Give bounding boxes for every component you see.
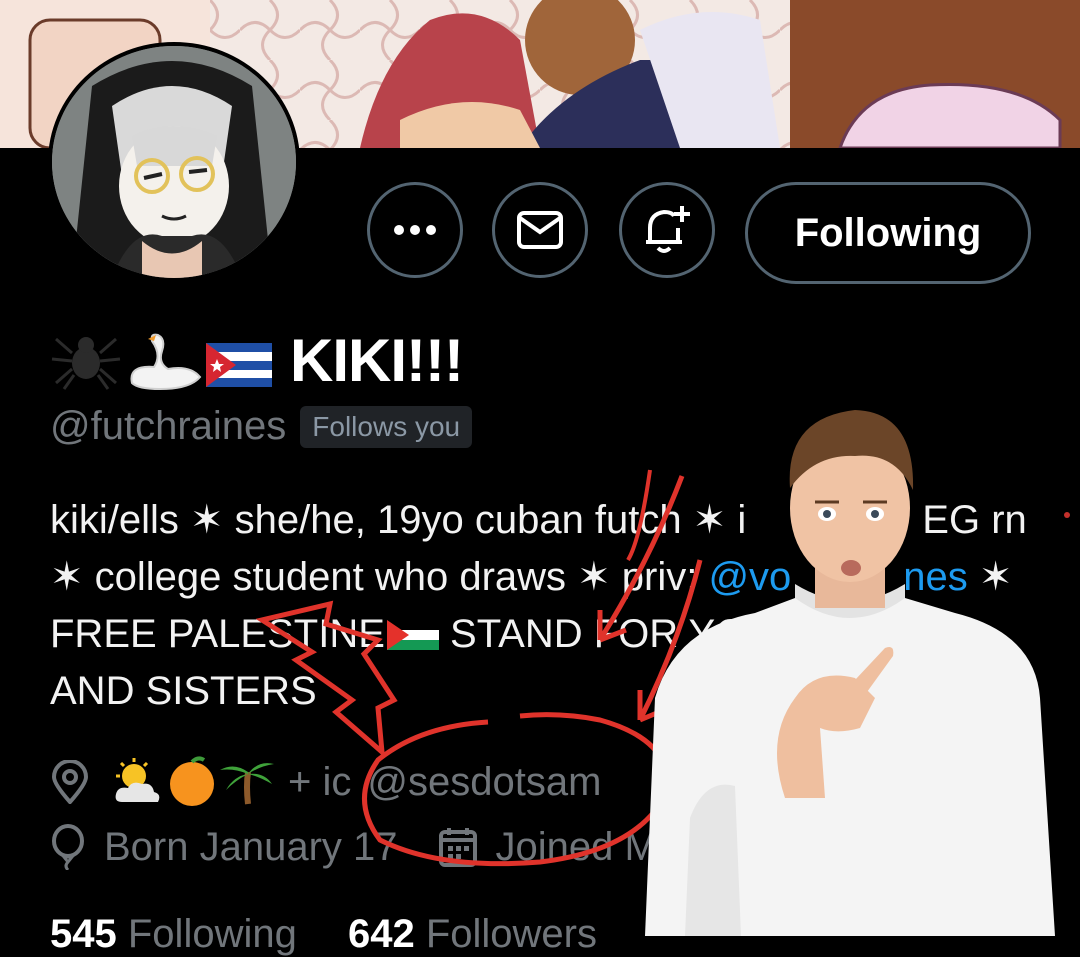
- display-name: KIKI!!!: [290, 326, 464, 394]
- palestine-flag-emoji: [386, 619, 439, 650]
- handle-row: @futchraines Follows you: [50, 404, 473, 449]
- more-options-button[interactable]: [367, 182, 463, 278]
- followers-count-label[interactable]: Followers: [426, 912, 597, 956]
- sun-cloud-emoji: [115, 758, 160, 802]
- location-mention-link[interactable]: @sesdotsam: [367, 760, 601, 805]
- following-count-label[interactable]: Following: [128, 912, 297, 956]
- profile-handle: @futchraines: [50, 404, 287, 448]
- bio-text: kiki/ells ✶ she/he, 19yo cuban futch ✶ i: [50, 498, 747, 542]
- birthday-joined-row: Born January 17 Joined M: [50, 824, 658, 870]
- message-button[interactable]: [492, 182, 588, 278]
- followers-count[interactable]: 642: [348, 912, 415, 956]
- cuba-flag-emoji: [206, 343, 272, 387]
- location-emoji-group: [115, 756, 274, 806]
- calendar-icon: [438, 826, 478, 868]
- envelope-icon: [517, 211, 563, 249]
- profile-avatar[interactable]: [48, 42, 300, 282]
- red-dot-mark: [1064, 512, 1070, 518]
- swan-emoji: [130, 333, 202, 391]
- follows-you-badge: Follows you: [300, 405, 473, 448]
- location-text: + ic: [288, 759, 352, 804]
- notifications-button[interactable]: [619, 182, 715, 278]
- bio-text: ✶ college student who draws ✶ priv;: [50, 555, 709, 599]
- following-button[interactable]: Following: [745, 182, 1031, 284]
- palm-tree-emoji: [220, 763, 274, 805]
- orange-emoji: [170, 756, 214, 806]
- person-cutout-image: [645, 398, 1060, 936]
- name-emoji-group: [51, 333, 272, 391]
- bell-plus-icon: [646, 206, 690, 253]
- joined-text: Joined M: [495, 824, 658, 869]
- profile-name-row: KIKI!!!: [50, 322, 464, 398]
- bio-text: AND SISTERS: [50, 669, 317, 713]
- follow-counts: 545 Following 642 Followers: [50, 912, 597, 957]
- more-icon: [394, 225, 436, 235]
- location-pin-icon: [50, 760, 90, 804]
- following-button-label: Following: [794, 210, 982, 255]
- following-count[interactable]: 545: [50, 912, 117, 956]
- bio-text: FREE PALESTINE: [50, 612, 385, 656]
- location-row: + ic @sesdotsam: [50, 756, 601, 808]
- balloon-icon: [50, 824, 86, 870]
- birthday-text: Born January 17: [104, 824, 398, 869]
- spider-emoji: [51, 337, 121, 390]
